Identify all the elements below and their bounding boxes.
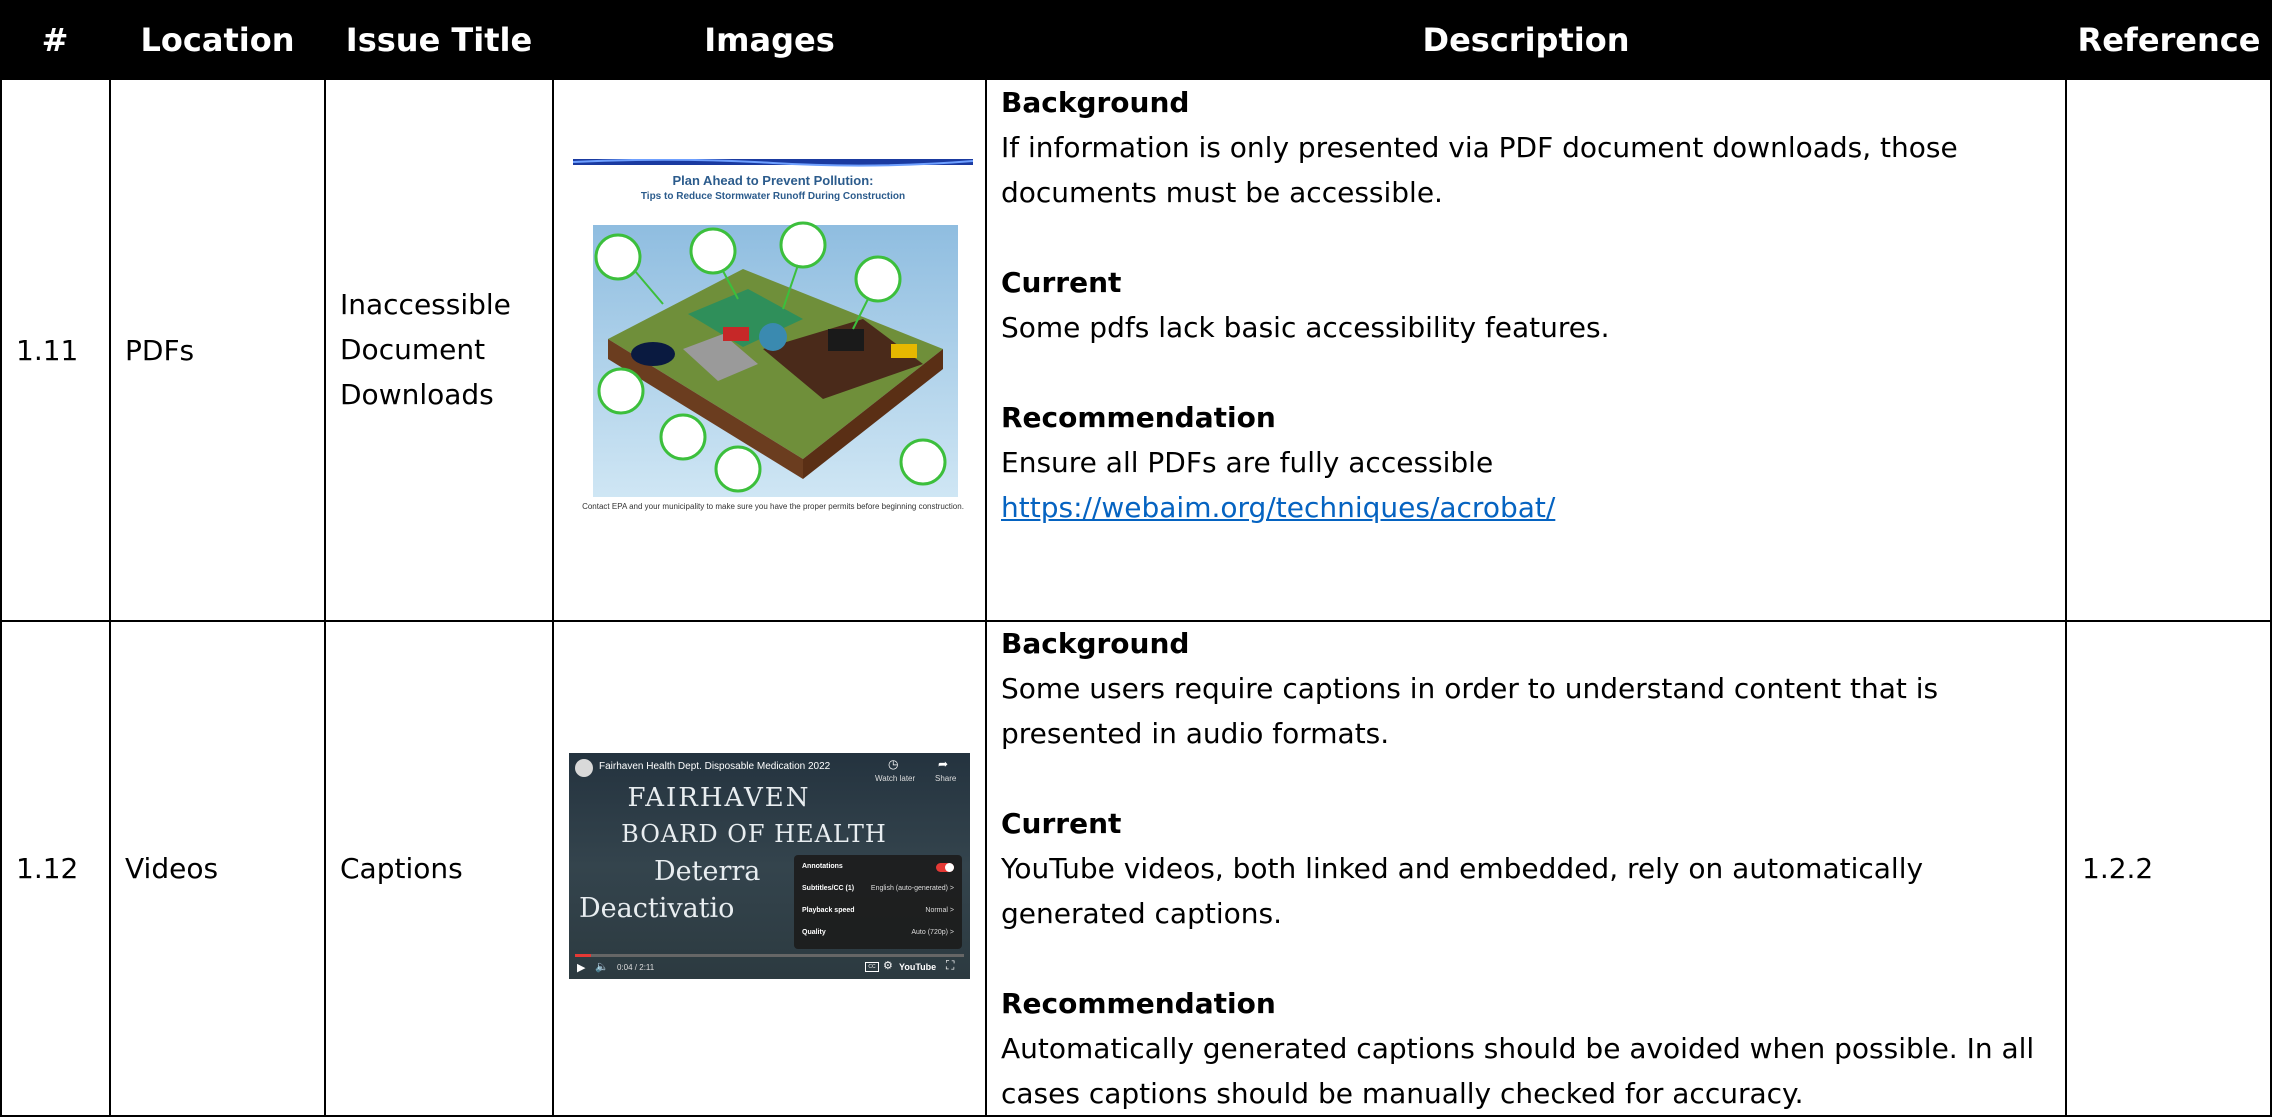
youtube-logo[interactable]: YouTube [899,962,936,972]
header-num: # [0,0,110,80]
row-1-pdf-thumbnail: Plan Ahead to Prevent Pollution: Tips to… [573,159,973,541]
pdf-title: Plan Ahead to Prevent Pollution: [672,173,874,188]
row-1-num: 1.11 [16,334,79,367]
header-description: Description [986,0,2066,80]
row-2-num: 1.12 [16,852,79,885]
current-text: Some pdfs lack basic accessibility featu… [1001,311,1610,344]
video-line-board: BOARD OF HEALTH [621,820,887,848]
column-divider [985,80,987,1117]
fullscreen-icon[interactable]: ⛶ [946,958,954,973]
row-1-location: PDFs [125,334,195,367]
column-divider [552,80,554,1117]
video-line-fairhaven: FAIRHAVEN [627,783,811,813]
pdf-footer: Contact EPA and your municipality to mak… [582,502,964,511]
background-text: Some users require captions in order to … [1001,672,1939,750]
menu-annotations[interactable]: Annotations [802,863,843,870]
menu-subtitles-value[interactable]: English (auto-generated) > [871,885,954,892]
recommendation-text: Ensure all PDFs are fully accessible [1001,446,1494,479]
channel-avatar [575,759,593,777]
recommendation-heading: Recommendation [1001,401,1276,434]
menu-quality[interactable]: Quality [802,929,826,936]
clock-icon[interactable]: ◷ [888,757,898,771]
pdf-subtitle: Tips to Reduce Stormwater Runoff During … [640,191,906,202]
volume-icon[interactable]: 🔈 [595,960,609,973]
video-line-deterra: Deterra [654,856,761,887]
recommendation-text: Automatically generated captions should … [1001,1032,2035,1110]
current-heading: Current [1001,266,1122,299]
annotations-toggle[interactable] [936,863,954,872]
menu-subtitles[interactable]: Subtitles/CC (1) [802,885,854,892]
webaim-acrobat-link[interactable]: https://webaim.org/techniques/acrobat/ [1001,491,1555,524]
watch-later-label[interactable]: Watch later [875,774,915,783]
row-2-reference: 1.2.2 [2082,852,2154,885]
gear-icon[interactable]: ⚙ [883,959,893,972]
share-label[interactable]: Share [935,774,956,783]
row-2-video-thumbnail[interactable]: Fairhaven Health Dept. Disposable Medica… [569,753,970,979]
share-icon[interactable]: ➦ [938,757,948,771]
header-location: Location [110,0,325,80]
column-divider [2065,80,2067,1117]
pdf-illustration [573,159,973,497]
header-issue-title: Issue Title [325,0,553,80]
header-images: Images [553,0,986,80]
video-title: Fairhaven Health Dept. Disposable Medica… [599,761,831,772]
background-heading: Background [1001,86,1190,119]
column-divider [324,80,326,1117]
row-1-description: Background If information is only presen… [1001,80,2051,530]
progress-bar[interactable] [575,954,964,957]
menu-playback-speed[interactable]: Playback speed [802,907,855,914]
menu-quality-value[interactable]: Auto (720p) > [911,929,954,936]
row-2-location: Videos [125,852,219,885]
background-text: If information is only presented via PDF… [1001,131,1958,209]
row-2-title: Captions [340,852,463,885]
video-line-deactivation: Deactivatio [579,893,735,924]
current-text: YouTube videos, both linked and embedded… [1001,852,1924,930]
time-display: 0:04 / 2:11 [617,963,655,972]
background-heading: Background [1001,627,1190,660]
current-heading: Current [1001,807,1122,840]
header-reference: Reference [2066,0,2272,80]
column-divider [109,80,111,1117]
settings-menu: Annotations Subtitles/CC (1) English (au… [794,855,962,949]
recommendation-heading: Recommendation [1001,987,1276,1020]
captions-icon[interactable]: CC [865,962,879,972]
menu-playback-value[interactable]: Normal > [925,907,954,914]
audit-table: # Location Issue Title Images Descriptio… [0,0,2272,1117]
table-border-left [0,80,2,1117]
row-1-title: Inaccessible Document Downloads [340,288,511,411]
row-2-description: Background Some users require captions i… [1001,621,2051,1116]
play-icon[interactable]: ▶ [577,961,585,974]
